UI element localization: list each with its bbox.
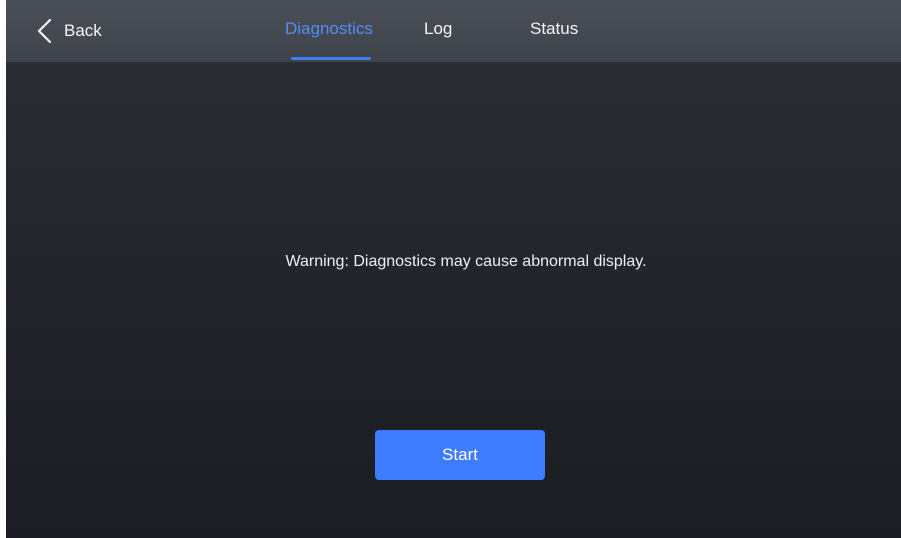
start-button[interactable]: Start — [375, 430, 545, 480]
tab-diagnostics[interactable]: Diagnostics — [285, 19, 373, 39]
active-tab-indicator — [291, 57, 371, 60]
chevron-left-icon — [37, 18, 52, 44]
tab-status[interactable]: Status — [530, 19, 578, 39]
back-button[interactable]: Back — [34, 14, 102, 48]
back-label: Back — [64, 21, 102, 40]
top-navigation-bar: Back Diagnostics Log Status — [6, 0, 901, 62]
warning-message: Warning: Diagnostics may cause abnormal … — [285, 253, 647, 270]
diagnostics-screen: Back Diagnostics Log Status Warning: Dia… — [6, 0, 901, 538]
tab-log[interactable]: Log — [424, 19, 452, 39]
